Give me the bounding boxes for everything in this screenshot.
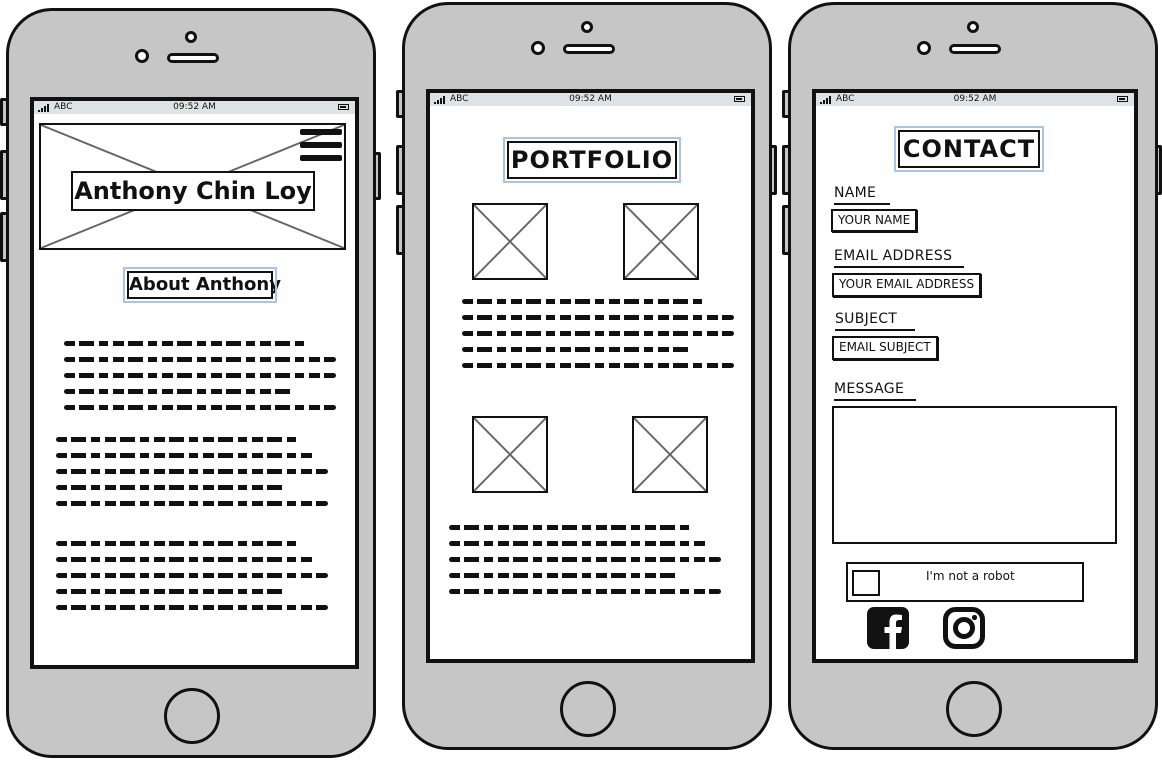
proximity-sensor	[967, 21, 979, 33]
image-placeholder-icon	[474, 205, 546, 278]
clock: 09:52 AM	[953, 94, 997, 104]
phone-frame-about: ABC 09:52 AM Anthony Chin Loy About Anth…	[6, 8, 376, 758]
site-title: Anthony Chin Loy	[71, 171, 315, 211]
page-title: PORTFOLIO	[503, 137, 681, 183]
message-label-text: MESSAGE	[834, 381, 905, 397]
home-button	[946, 681, 1002, 737]
image-placeholder-icon	[474, 418, 546, 491]
name-input[interactable]: YOUR NAME	[831, 209, 918, 232]
portfolio-description-1	[462, 299, 734, 379]
phone-frame-contact: ABC 09:52 AM CONTACT NAME YOUR NAME EMAI…	[788, 2, 1158, 750]
battery-icon	[734, 96, 745, 102]
name-label: NAME	[834, 185, 890, 205]
about-paragraph-2	[56, 437, 328, 517]
page-title: CONTACT	[894, 126, 1044, 172]
subject-label: SUBJECT	[835, 311, 915, 331]
image-placeholder-icon	[634, 418, 706, 491]
home-button	[560, 681, 616, 737]
instagram-icon[interactable]	[943, 607, 985, 649]
proximity-sensor	[185, 31, 197, 43]
speaker-grille	[563, 44, 615, 54]
email-label-text: EMAIL ADDRESS	[834, 248, 953, 264]
front-camera	[135, 49, 149, 63]
status-bar: ABC 09:52 AM	[430, 93, 751, 106]
about-paragraph-1	[64, 341, 336, 421]
proximity-sensor	[581, 21, 593, 33]
subject-label-text: SUBJECT	[835, 311, 898, 327]
clock: 09:52 AM	[569, 94, 612, 104]
status-bar: ABC 09:52 AM	[816, 93, 1134, 106]
battery-icon	[1117, 96, 1128, 102]
image-placeholder-icon	[625, 205, 697, 278]
battery-icon	[338, 104, 349, 110]
speaker-grille	[167, 53, 219, 63]
phone-frame-portfolio: ABC 09:52 AM PORTFOLIO	[402, 2, 772, 750]
facebook-icon[interactable]	[867, 607, 909, 649]
section-title-about: About Anthony	[123, 267, 281, 303]
recaptcha-label: I'm not a robot	[926, 569, 1015, 583]
name-label-text: NAME	[834, 185, 877, 201]
hamburger-menu-icon[interactable]	[300, 129, 342, 168]
portfolio-image-1[interactable]	[472, 203, 548, 280]
front-camera	[917, 41, 931, 55]
about-paragraph-3	[56, 541, 328, 621]
message-textarea[interactable]	[832, 406, 1117, 544]
home-button	[164, 688, 220, 744]
portfolio-image-3[interactable]	[472, 416, 548, 493]
subject-input[interactable]: EMAIL SUBJECT	[832, 336, 938, 360]
screen-about: ABC 09:52 AM Anthony Chin Loy About Anth…	[30, 97, 359, 669]
email-input[interactable]: YOUR EMAIL ADDRESS	[832, 273, 982, 297]
message-label: MESSAGE	[834, 381, 916, 401]
recaptcha-checkbox[interactable]	[852, 570, 880, 596]
speaker-grille	[949, 44, 1001, 54]
screen-contact: ABC 09:52 AM CONTACT NAME YOUR NAME EMAI…	[812, 89, 1138, 663]
status-bar: ABC 09:52 AM	[34, 101, 355, 114]
clock: 09:52 AM	[173, 102, 216, 112]
portfolio-image-4[interactable]	[632, 416, 708, 493]
front-camera	[531, 41, 545, 55]
email-label: EMAIL ADDRESS	[834, 248, 964, 268]
recaptcha-widget: I'm not a robot	[846, 562, 1084, 602]
portfolio-image-2[interactable]	[623, 203, 699, 280]
screen-portfolio: ABC 09:52 AM PORTFOLIO	[426, 89, 755, 663]
portfolio-description-2	[449, 525, 721, 605]
